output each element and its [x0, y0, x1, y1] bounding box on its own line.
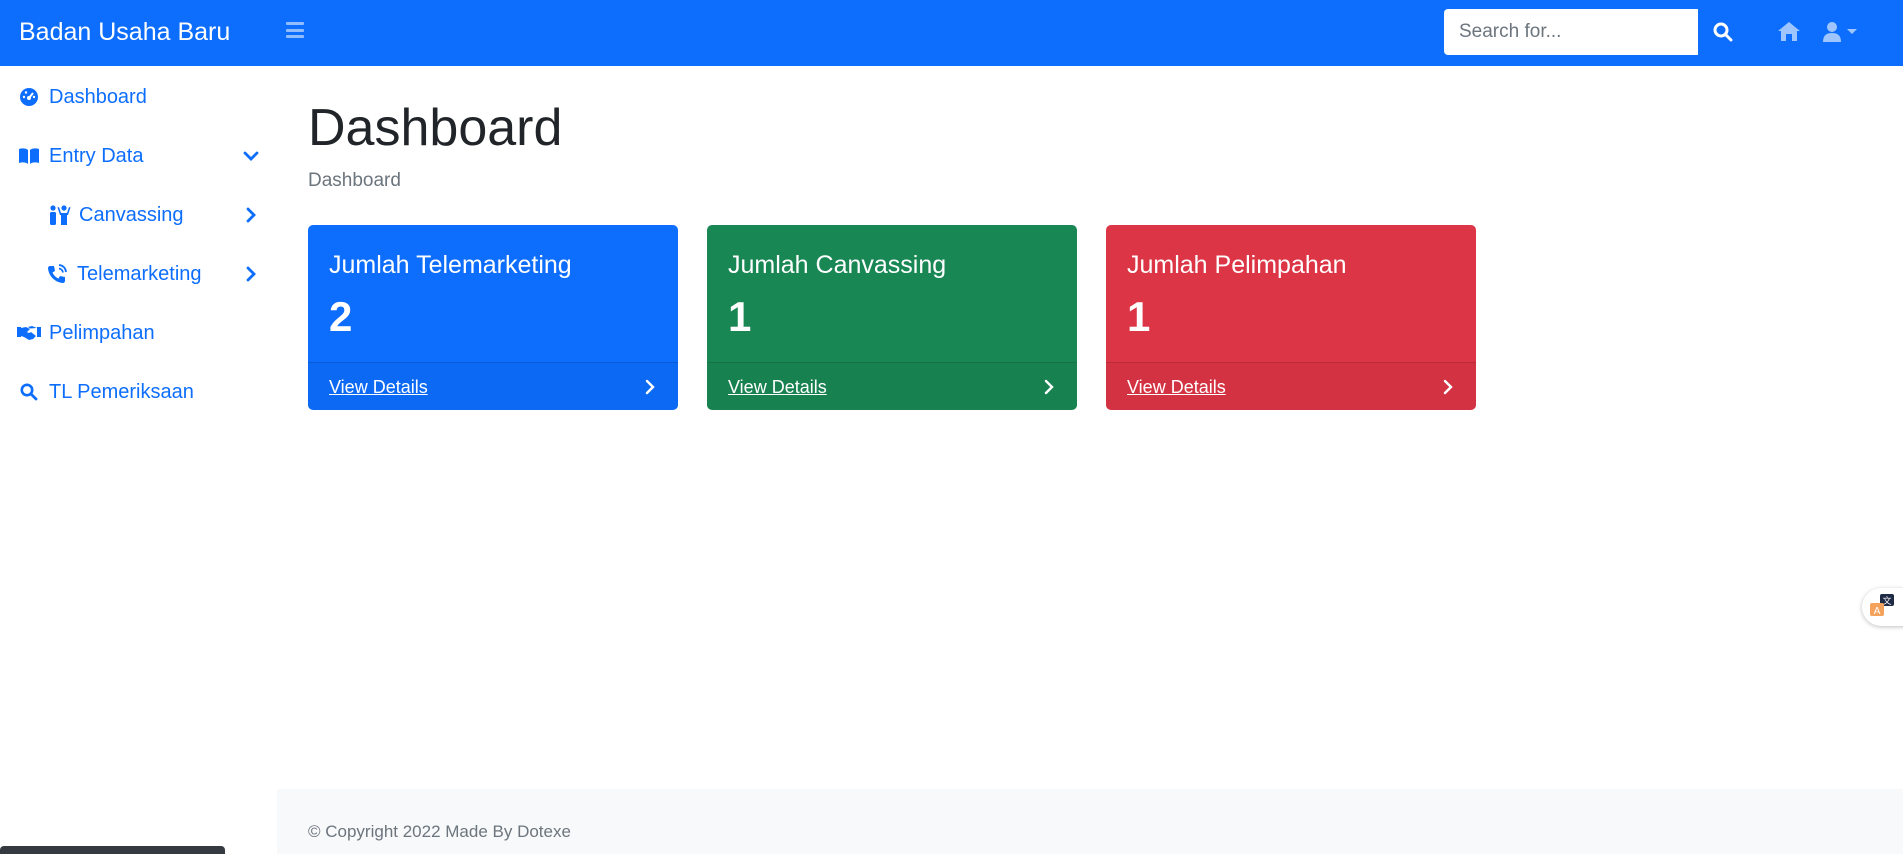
sidebar-item-label: Entry Data	[49, 144, 144, 167]
card-value: 1	[728, 293, 752, 340]
pelimpahan-card: Jumlah Pelimpahan 1 View Details	[1106, 225, 1476, 410]
bottom-scroll-bar[interactable]	[0, 846, 225, 854]
sidebar-item-label: Canvassing	[79, 203, 184, 226]
card-title: Jumlah Pelimpahan	[1127, 251, 1347, 279]
search-icon	[1713, 22, 1733, 42]
copyright-text: © Copyright 2022 Made By Dotexe	[308, 822, 571, 841]
search-button[interactable]	[1698, 9, 1748, 55]
search-input[interactable]	[1444, 9, 1698, 55]
page-title: Dashboard	[308, 99, 563, 157]
sidebar-item-label: Telemarketing	[77, 262, 202, 285]
user-icon	[1823, 22, 1841, 42]
search-icon	[17, 381, 41, 403]
view-details-link[interactable]: View Details	[1127, 377, 1226, 398]
handshake-icon	[17, 322, 41, 344]
home-button[interactable]	[1776, 20, 1802, 44]
sidebar-item-label: Pelimpahan	[49, 321, 155, 344]
view-details-link[interactable]: View Details	[329, 377, 428, 398]
card-footer: View Details	[1106, 362, 1476, 410]
people-icon	[47, 204, 71, 226]
card-footer: View Details	[707, 362, 1077, 410]
sidebar-item-canvassing[interactable]: Canvassing	[0, 195, 277, 235]
page-footer: © Copyright 2022 Made By Dotexe	[277, 789, 1903, 854]
dashboard-icon	[17, 86, 41, 108]
sidebar-item-dashboard[interactable]: Dashboard	[0, 77, 277, 117]
user-menu-button[interactable]	[1822, 20, 1866, 44]
chevron-right-icon[interactable]	[1041, 378, 1057, 396]
phone-volume-icon	[45, 263, 69, 285]
sidebar-item-label: TL Pemeriksaan	[49, 380, 194, 403]
sidebar-item-pelimpahan[interactable]: Pelimpahan	[0, 313, 277, 353]
caret-down-icon	[1847, 29, 1857, 34]
breadcrumb: Dashboard	[308, 170, 401, 191]
chevron-right-icon	[246, 207, 256, 223]
sidebar-item-entry-data[interactable]: Entry Data	[0, 136, 277, 176]
card-value: 1	[1127, 293, 1151, 340]
card-title: Jumlah Canvassing	[728, 251, 947, 279]
view-details-link[interactable]: View Details	[728, 377, 827, 398]
sidebar-item-telemarketing[interactable]: Telemarketing	[0, 254, 277, 294]
home-icon	[1778, 22, 1800, 41]
translate-widget[interactable]: 文 A	[1862, 588, 1903, 626]
sidebar-toggle-icon[interactable]	[286, 22, 304, 38]
sidebar-item-tl-pemeriksaan[interactable]: TL Pemeriksaan	[0, 372, 277, 412]
sidebar-item-label: Dashboard	[49, 85, 147, 108]
book-icon	[17, 145, 41, 167]
chevron-down-icon	[243, 151, 259, 161]
card-value: 2	[329, 293, 353, 340]
sidebar: Dashboard Entry Data Canvassing Telemark…	[0, 66, 277, 854]
chevron-right-icon[interactable]	[642, 378, 658, 396]
chevron-right-icon[interactable]	[1440, 378, 1456, 396]
chevron-right-icon	[246, 266, 256, 282]
card-title: Jumlah Telemarketing	[329, 251, 572, 279]
svg-text:A: A	[1874, 606, 1881, 617]
top-navbar: Badan Usaha Baru	[0, 0, 1903, 66]
canvassing-card: Jumlah Canvassing 1 View Details	[707, 225, 1077, 410]
translate-icon: 文 A	[1870, 594, 1894, 617]
telemarketing-card: Jumlah Telemarketing 2 View Details	[308, 225, 678, 410]
brand-title[interactable]: Badan Usaha Baru	[19, 18, 230, 47]
card-footer: View Details	[308, 362, 678, 410]
